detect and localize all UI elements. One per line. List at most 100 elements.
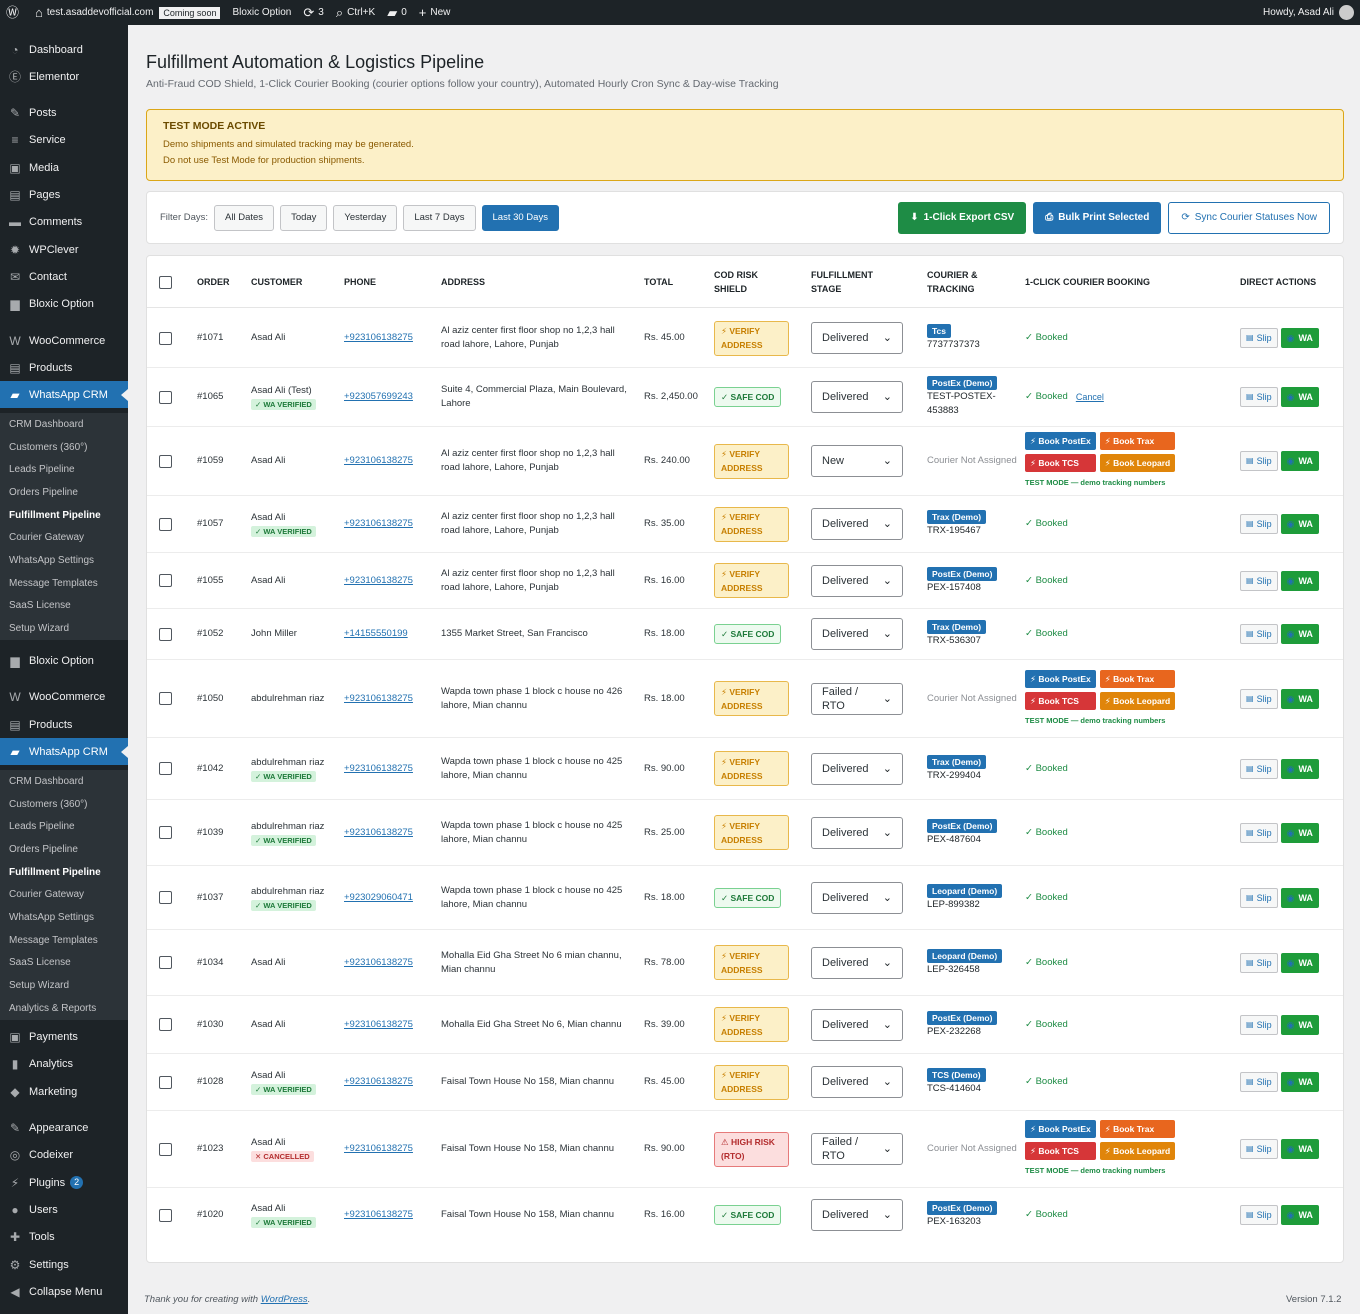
book-leopard-button[interactable]: ⚡ Book Leopard — [1099, 1142, 1176, 1160]
wordpress-logo-icon[interactable]: Ⓦ — [0, 0, 29, 25]
fulfillment-stage-select[interactable]: Delivered ⌄ — [811, 381, 903, 413]
order-number[interactable]: #1034 — [197, 956, 223, 970]
menu-item-elementor[interactable]: Ⓔ Elementor — [0, 63, 128, 90]
fulfillment-stage-select[interactable]: Delivered ⌄ — [811, 752, 903, 785]
submenu-item-leads-pipeline[interactable]: Leads Pipeline — [0, 815, 128, 838]
menu-item-wpclever[interactable]: ✹ WPClever — [0, 236, 128, 263]
submenu-item-fulfillment-pipeline[interactable]: Fulfillment Pipeline — [0, 861, 128, 884]
slip-button[interactable]: ▤ Slip — [1240, 514, 1278, 534]
order-number[interactable]: #1071 — [197, 331, 223, 345]
submenu-item-setup-wizard[interactable]: Setup Wizard — [0, 617, 128, 640]
whatsapp-button[interactable]: ◉ WA — [1280, 328, 1319, 348]
slip-button[interactable]: ▤ Slip — [1240, 952, 1278, 973]
submenu-item-analytics-reports[interactable]: Analytics & Reports — [0, 997, 128, 1020]
whatsapp-button[interactable]: ◉ WA — [1280, 570, 1319, 591]
filter-all-dates[interactable]: All Dates — [214, 204, 275, 231]
submenu-item-saas-license[interactable]: SaaS License — [0, 595, 128, 618]
submenu-item-courier-gateway[interactable]: Courier Gateway — [0, 883, 128, 906]
menu-item-whatsapp-crm[interactable]: ▰ WhatsApp CRM — [0, 381, 128, 408]
slip-button[interactable]: ▤ Slip — [1240, 688, 1278, 709]
row-checkbox[interactable] — [159, 1142, 172, 1156]
fulfillment-stage-select[interactable]: Delivered ⌄ — [811, 1066, 903, 1098]
account-menu[interactable]: Howdy, Asad Ali — [1257, 0, 1360, 25]
phone-link[interactable]: +923106138275 — [344, 331, 413, 345]
menu-item-bloxic-option[interactable]: ▆ Bloxic Option — [0, 290, 128, 317]
submenu-item-crm-dashboard[interactable]: CRM Dashboard — [0, 770, 128, 793]
order-number[interactable]: #1037 — [197, 891, 223, 905]
whatsapp-button[interactable]: ◉ WA — [1280, 1139, 1319, 1159]
whatsapp-button[interactable]: ◉ WA — [1280, 624, 1319, 644]
whatsapp-button[interactable]: ◉ WA — [1280, 822, 1319, 843]
submenu-item-saas-license[interactable]: SaaS License — [0, 952, 128, 975]
menu-item-marketing[interactable]: ◆ Marketing — [0, 1078, 128, 1105]
row-checkbox[interactable] — [159, 390, 172, 404]
book-postex-button[interactable]: ⚡ Book PostEx — [1025, 669, 1096, 688]
row-checkbox[interactable] — [159, 692, 172, 705]
book-tcs-button[interactable]: ⚡ Book TCS — [1025, 1142, 1096, 1160]
whatsapp-button[interactable]: ◉ WA — [1280, 514, 1319, 534]
slip-button[interactable]: ▤ Slip — [1240, 887, 1278, 908]
row-checkbox[interactable] — [159, 574, 172, 587]
submenu-item-customers-360[interactable]: Customers (360°) — [0, 793, 128, 816]
phone-link[interactable]: +923106138275 — [344, 956, 413, 970]
filter-yesterday[interactable]: Yesterday — [333, 204, 398, 231]
menu-item-dashboard[interactable]: ◔ Dashboard — [0, 36, 128, 63]
bloxic-option-link[interactable]: Bloxic Option — [226, 0, 297, 25]
submenu-item-whatsapp-settings[interactable]: WhatsApp Settings — [0, 906, 128, 929]
menu-item-appearance[interactable]: ✎ Appearance — [0, 1114, 128, 1141]
whatsapp-button[interactable]: ◉ WA — [1280, 387, 1319, 407]
new-content-link[interactable]: + New — [413, 0, 457, 25]
whatsapp-button[interactable]: ◉ WA — [1280, 688, 1319, 709]
book-leopard-button[interactable]: ⚡ Book Leopard — [1099, 454, 1176, 472]
phone-link[interactable]: +923106138275 — [344, 1142, 413, 1156]
updates-link[interactable]: ⟳ 3 — [297, 0, 329, 25]
slip-button[interactable]: ▤ Slip — [1240, 758, 1278, 779]
select-all-checkbox[interactable] — [159, 275, 172, 289]
bulk-print-button[interactable]: ⎙ Bulk Print Selected — [1033, 201, 1162, 234]
menu-item-plugins[interactable]: ⚡ Plugins 2 — [0, 1169, 128, 1196]
submenu-item-setup-wizard[interactable]: Setup Wizard — [0, 974, 128, 997]
submenu-item-orders-pipeline[interactable]: Orders Pipeline — [0, 481, 128, 504]
submenu-item-whatsapp-settings[interactable]: WhatsApp Settings — [0, 549, 128, 572]
whatsapp-button[interactable]: ◉ WA — [1280, 887, 1319, 908]
slip-button[interactable]: ▤ Slip — [1240, 387, 1278, 407]
menu-item-media[interactable]: ▣ Media — [0, 154, 128, 181]
submenu-item-message-templates[interactable]: Message Templates — [0, 572, 128, 595]
order-number[interactable]: #1028 — [197, 1075, 223, 1089]
whatsapp-button[interactable]: ◉ WA — [1280, 758, 1319, 779]
whatsapp-button[interactable]: ◉ WA — [1280, 1014, 1319, 1035]
menu-item-comments[interactable]: ▬ Comments — [0, 208, 128, 235]
slip-button[interactable]: ▤ Slip — [1240, 822, 1278, 843]
fulfillment-stage-select[interactable]: Failed / RTO ⌄ — [811, 1133, 903, 1165]
menu-item-service[interactable]: ≡ Service — [0, 126, 128, 153]
phone-link[interactable]: +923106138275 — [344, 1075, 413, 1089]
row-checkbox[interactable] — [159, 331, 172, 345]
filter-today[interactable]: Today — [280, 204, 328, 231]
menu-item-contact[interactable]: ✉ Contact — [0, 263, 128, 290]
fulfillment-stage-select[interactable]: Delivered ⌄ — [811, 1199, 903, 1231]
phone-link[interactable]: +923029060471 — [344, 891, 413, 905]
order-number[interactable]: #1052 — [197, 627, 223, 641]
fulfillment-stage-select[interactable]: Delivered ⌄ — [811, 618, 903, 650]
filter-last-30-days[interactable]: Last 30 Days — [481, 204, 559, 231]
phone-link[interactable]: +923106138275 — [344, 454, 413, 468]
menu-item-posts[interactable]: ✎ Posts — [0, 99, 128, 126]
row-checkbox[interactable] — [159, 1075, 172, 1089]
whatsapp-button[interactable]: ◉ WA — [1280, 1072, 1319, 1092]
slip-button[interactable]: ▤ Slip — [1240, 570, 1278, 591]
menu-item-codeixer[interactable]: ◎ Codeixer — [0, 1141, 128, 1168]
submenu-item-crm-dashboard[interactable]: CRM Dashboard — [0, 413, 128, 436]
menu-item-users[interactable]: ● Users — [0, 1196, 128, 1223]
site-name-link[interactable]: ⌂ test.asaddevofficial.com — [29, 0, 159, 25]
row-checkbox[interactable] — [159, 956, 172, 969]
menu-item-woocommerce[interactable]: W WooCommerce — [0, 683, 128, 710]
fulfillment-stage-select[interactable]: Delivered ⌄ — [811, 1008, 903, 1041]
book-trax-button[interactable]: ⚡ Book Trax — [1099, 1120, 1176, 1138]
row-checkbox[interactable] — [159, 826, 172, 839]
order-number[interactable]: #1039 — [197, 826, 223, 840]
phone-link[interactable]: +923106138275 — [344, 1208, 413, 1222]
sync-statuses-button[interactable]: ⟳ Sync Courier Statuses Now — [1168, 201, 1330, 234]
order-number[interactable]: #1023 — [197, 1142, 223, 1156]
book-tcs-button[interactable]: ⚡ Book TCS — [1025, 691, 1096, 710]
command-palette-link[interactable]: ⌕ Ctrl+K — [330, 0, 381, 25]
